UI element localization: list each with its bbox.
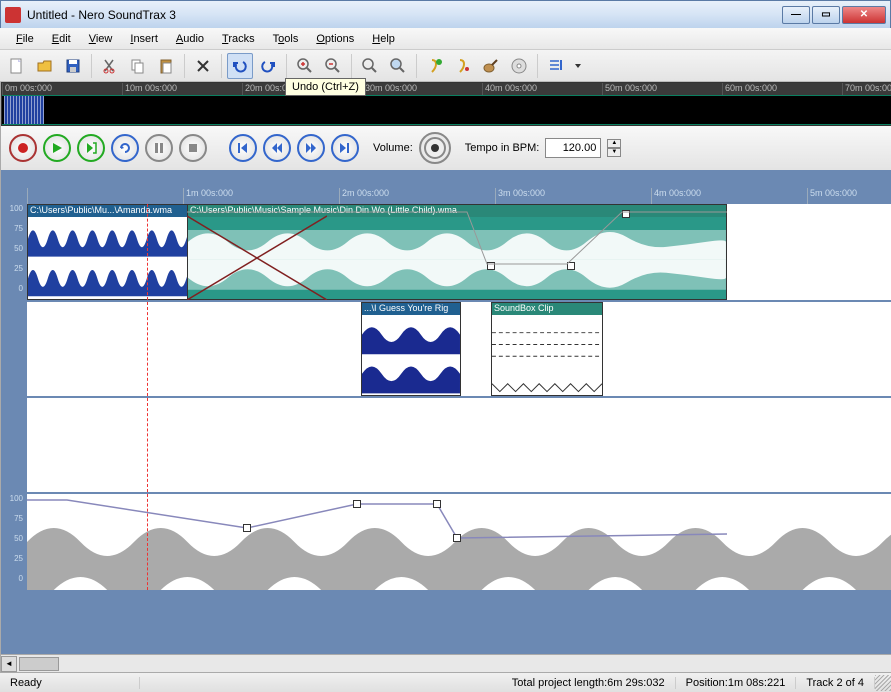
toolbar: Undo (Ctrl+Z)	[0, 50, 891, 82]
rewind-button[interactable]	[263, 134, 291, 162]
playhead[interactable]	[147, 204, 148, 300]
list-button[interactable]	[543, 53, 569, 79]
overview-ruler: 0m 00s:00010m 00s:00020m 00s:00030m 00s:…	[2, 83, 891, 95]
delete-button[interactable]	[190, 53, 216, 79]
play-loop-button[interactable]	[77, 134, 105, 162]
envelope-node[interactable]	[433, 500, 441, 508]
tempo-label: Tempo in BPM:	[465, 142, 540, 154]
zoom-in-button[interactable]	[292, 53, 318, 79]
tracks-area[interactable]: 1m 00s:0002m 00s:0003m 00s:0004m 00s:000…	[1, 170, 891, 654]
go-end-button[interactable]	[331, 134, 359, 162]
add-track-button[interactable]	[422, 53, 448, 79]
envelope-node[interactable]	[567, 262, 575, 270]
save-button[interactable]	[60, 53, 86, 79]
transport-bar: Volume: Tempo in BPM: ▲▼	[1, 126, 891, 170]
music-button[interactable]	[450, 53, 476, 79]
envelope-node[interactable]	[487, 262, 495, 270]
playhead[interactable]	[147, 494, 148, 590]
tempo-input[interactable]	[545, 138, 601, 158]
resize-grip[interactable]	[875, 675, 891, 691]
forward-button[interactable]	[297, 134, 325, 162]
zoom-selection-button[interactable]	[357, 53, 383, 79]
menu-view[interactable]: View	[81, 31, 121, 47]
dropdown-button[interactable]	[571, 53, 585, 79]
go-start-button[interactable]	[229, 134, 257, 162]
cd-button[interactable]	[506, 53, 532, 79]
menu-tools[interactable]: Tools	[265, 31, 307, 47]
menu-bar: File Edit View Insert Audio Tracks Tools…	[0, 28, 891, 50]
clip-iguess[interactable]: ...\I Guess You're Rig	[361, 302, 461, 396]
scroll-thumb[interactable]	[19, 657, 59, 671]
status-bar: Ready Total project length:6m 29s:032 Po…	[0, 672, 891, 692]
timeline-ruler[interactable]: 1m 00s:0002m 00s:0003m 00s:0004m 00s:000…	[1, 188, 891, 204]
envelope-node[interactable]	[243, 524, 251, 532]
clip-header: C:\Users\Public\Music\Sample Music\Din D…	[188, 205, 726, 217]
envelope-node[interactable]	[622, 210, 630, 218]
envelope-node[interactable]	[353, 500, 361, 508]
stop-button[interactable]	[179, 134, 207, 162]
tooltip: Undo (Ctrl+Z)	[285, 78, 366, 96]
clip-dindin[interactable]: C:\Users\Public\Music\Sample Music\Din D…	[187, 204, 727, 300]
menu-options[interactable]: Options	[308, 31, 362, 47]
status-length: Total project length:6m 29s:032	[502, 677, 676, 689]
track-lane-4[interactable]	[27, 494, 891, 592]
volume-knob[interactable]	[419, 132, 451, 164]
menu-insert[interactable]: Insert	[122, 31, 166, 47]
redo-button[interactable]	[255, 53, 281, 79]
menu-edit[interactable]: Edit	[44, 31, 79, 47]
clip-header: SoundBox Clip	[492, 303, 602, 315]
envelope-node[interactable]	[453, 534, 461, 542]
record-button[interactable]	[9, 134, 37, 162]
scroll-left[interactable]: ◄	[1, 656, 17, 672]
app-icon	[5, 7, 21, 23]
cut-button[interactable]	[97, 53, 123, 79]
track-lane-1[interactable]: C:\Users\Public\Mu...\Amanda.wma C:\User…	[27, 204, 891, 302]
track-lane-2[interactable]: ...\I Guess You're Rig SoundBox Clip	[27, 302, 891, 398]
overview-waveform	[4, 95, 44, 125]
window-title: Untitled - Nero SoundTrax 3	[27, 8, 782, 22]
status-position: Position:1m 08s:221	[676, 677, 797, 689]
clip-header: ...\I Guess You're Rig	[362, 303, 460, 315]
window-titlebar: Untitled - Nero SoundTrax 3 — ▭ ✕	[0, 0, 891, 28]
volume-label: Volume:	[373, 142, 413, 154]
tempo-up[interactable]: ▲	[607, 139, 621, 148]
copy-button[interactable]	[125, 53, 151, 79]
play-button[interactable]	[43, 134, 71, 162]
status-track: Track 2 of 4	[796, 677, 875, 689]
horizontal-scrollbar[interactable]: ◄ ►	[1, 654, 891, 672]
pause-button[interactable]	[145, 134, 173, 162]
playhead[interactable]	[147, 302, 148, 396]
menu-help[interactable]: Help	[364, 31, 403, 47]
close-button[interactable]: ✕	[842, 6, 886, 24]
menu-tracks[interactable]: Tracks	[214, 31, 263, 47]
playhead[interactable]	[147, 398, 148, 492]
arrangement-area: 0m 00s:00010m 00s:00020m 00s:00030m 00s:…	[1, 82, 891, 672]
undo-button[interactable]	[227, 53, 253, 79]
paste-button[interactable]	[153, 53, 179, 79]
maximize-button[interactable]: ▭	[812, 6, 840, 24]
clip-soundbox[interactable]: SoundBox Clip	[491, 302, 603, 396]
menu-audio[interactable]: Audio	[168, 31, 212, 47]
zoom-fit-button[interactable]	[385, 53, 411, 79]
tempo-down[interactable]: ▼	[607, 148, 621, 157]
zoom-out-button[interactable]	[320, 53, 346, 79]
new-button[interactable]	[4, 53, 30, 79]
guitar-button[interactable]	[478, 53, 504, 79]
status-ready: Ready	[0, 677, 140, 689]
open-button[interactable]	[32, 53, 58, 79]
overview[interactable]: 0m 00s:00010m 00s:00020m 00s:00030m 00s:…	[1, 82, 891, 126]
track-lane-3[interactable]	[27, 398, 891, 494]
loop-button[interactable]	[111, 134, 139, 162]
minimize-button[interactable]: —	[782, 6, 810, 24]
menu-file[interactable]: File	[8, 31, 42, 47]
